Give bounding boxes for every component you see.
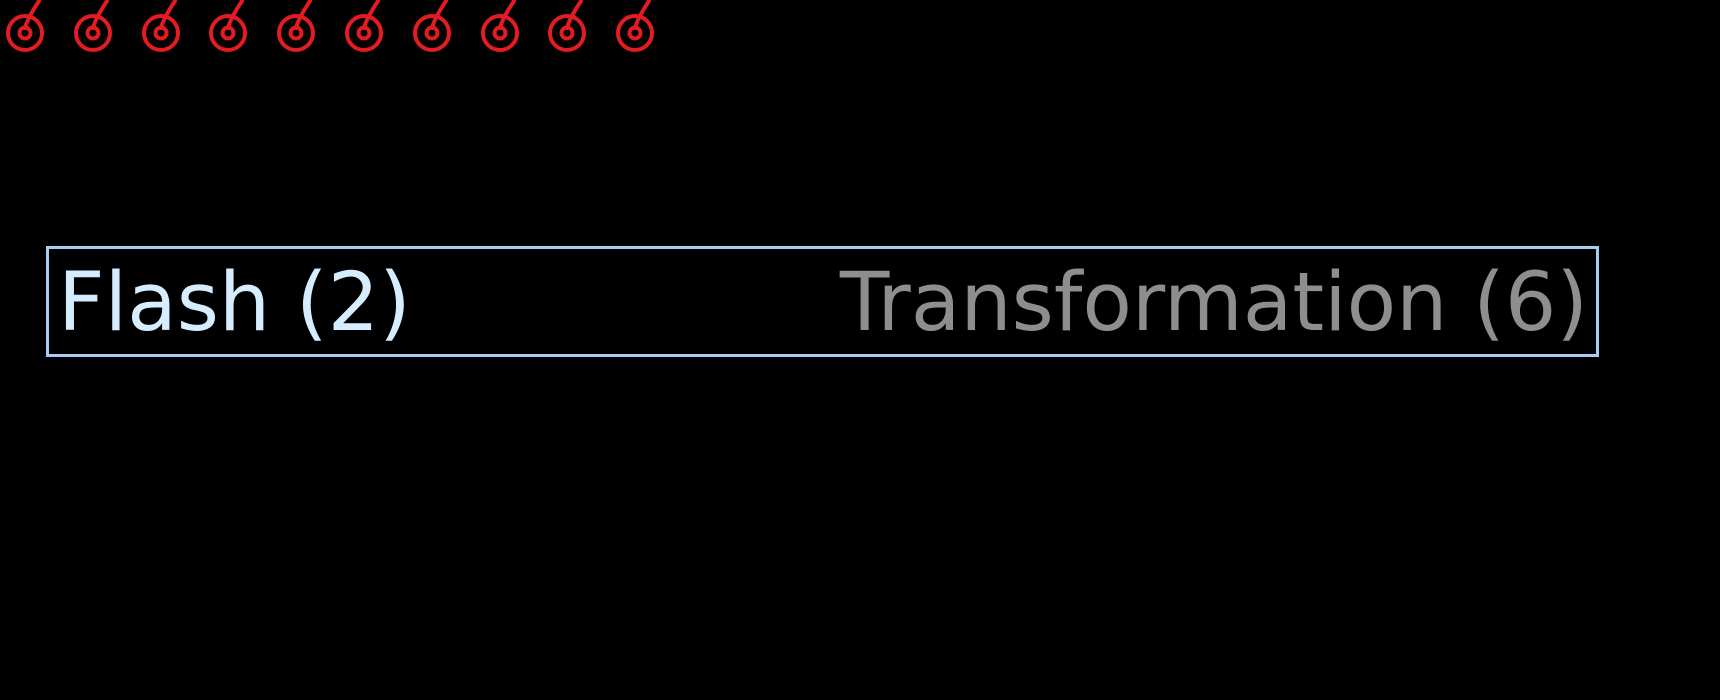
tab-flash[interactable]: Flash (2) <box>58 259 411 347</box>
red-spiral-token-icon <box>71 0 115 56</box>
red-spiral-token-icon <box>613 0 657 56</box>
tab-transformation[interactable]: Transformation (6) <box>840 259 1588 347</box>
red-spiral-token-icon <box>139 0 183 56</box>
tab-bar: Flash (2) Transformation (6) <box>46 246 1599 357</box>
token-counter-row <box>0 0 700 56</box>
red-spiral-token-icon <box>342 0 386 56</box>
red-spiral-token-icon <box>478 0 522 56</box>
red-spiral-token-icon <box>206 0 250 56</box>
red-spiral-token-icon <box>3 0 47 56</box>
red-spiral-token-icon <box>545 0 589 56</box>
red-spiral-token-icon <box>274 0 318 56</box>
red-spiral-token-icon <box>410 0 454 56</box>
